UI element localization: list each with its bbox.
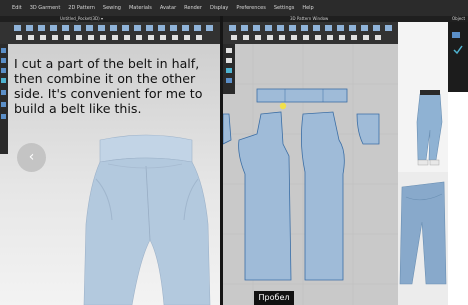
menu-3d-garment[interactable]: 3D Garment [26,5,65,11]
belt-pattern-piece [256,88,348,103]
menu-materials[interactable]: Materials [125,5,156,11]
selected-point [279,102,287,110]
toolbar-3d [0,22,220,44]
2d-pattern-canvas[interactable] [223,44,398,305]
menu-help[interactable]: Help [298,5,317,11]
menu-settings[interactable]: Settings [270,5,299,11]
3d-side-toolbar[interactable] [0,44,8,154]
pocket-pattern-piece [356,113,380,145]
2d-side-toolbar[interactable] [223,44,235,94]
menu-preferences[interactable]: Preferences [232,5,269,11]
menu-sewing[interactable]: Sewing [99,5,125,11]
toolbar-2d-icons[interactable] [223,22,398,44]
prev-slide-button[interactable]: ‹ [17,143,46,172]
tutorial-caption: I cut a part of the belt in half, then c… [14,56,203,116]
menu-display[interactable]: Display [206,5,232,11]
menu-bar: Edit 3D Garment 2D Pattern Sewing Materi… [0,0,468,16]
object-browser-strip[interactable] [448,22,468,92]
front-leg-pattern-piece [238,111,292,281]
menu-2d-pattern[interactable]: 2D Pattern [64,5,99,11]
menu-avatar[interactable]: Avatar [156,5,180,11]
2d-pattern-window[interactable] [223,44,398,305]
menu-edit[interactable]: Edit [8,5,26,11]
subtitle-word: Пробел [254,291,294,305]
back-leg-pattern-piece [301,111,345,281]
reference-jeans-photos [398,22,448,305]
toolbar-2d [223,22,398,44]
menu-render[interactable]: Render [180,5,206,11]
toolbar-3d-icons[interactable] [0,22,220,44]
